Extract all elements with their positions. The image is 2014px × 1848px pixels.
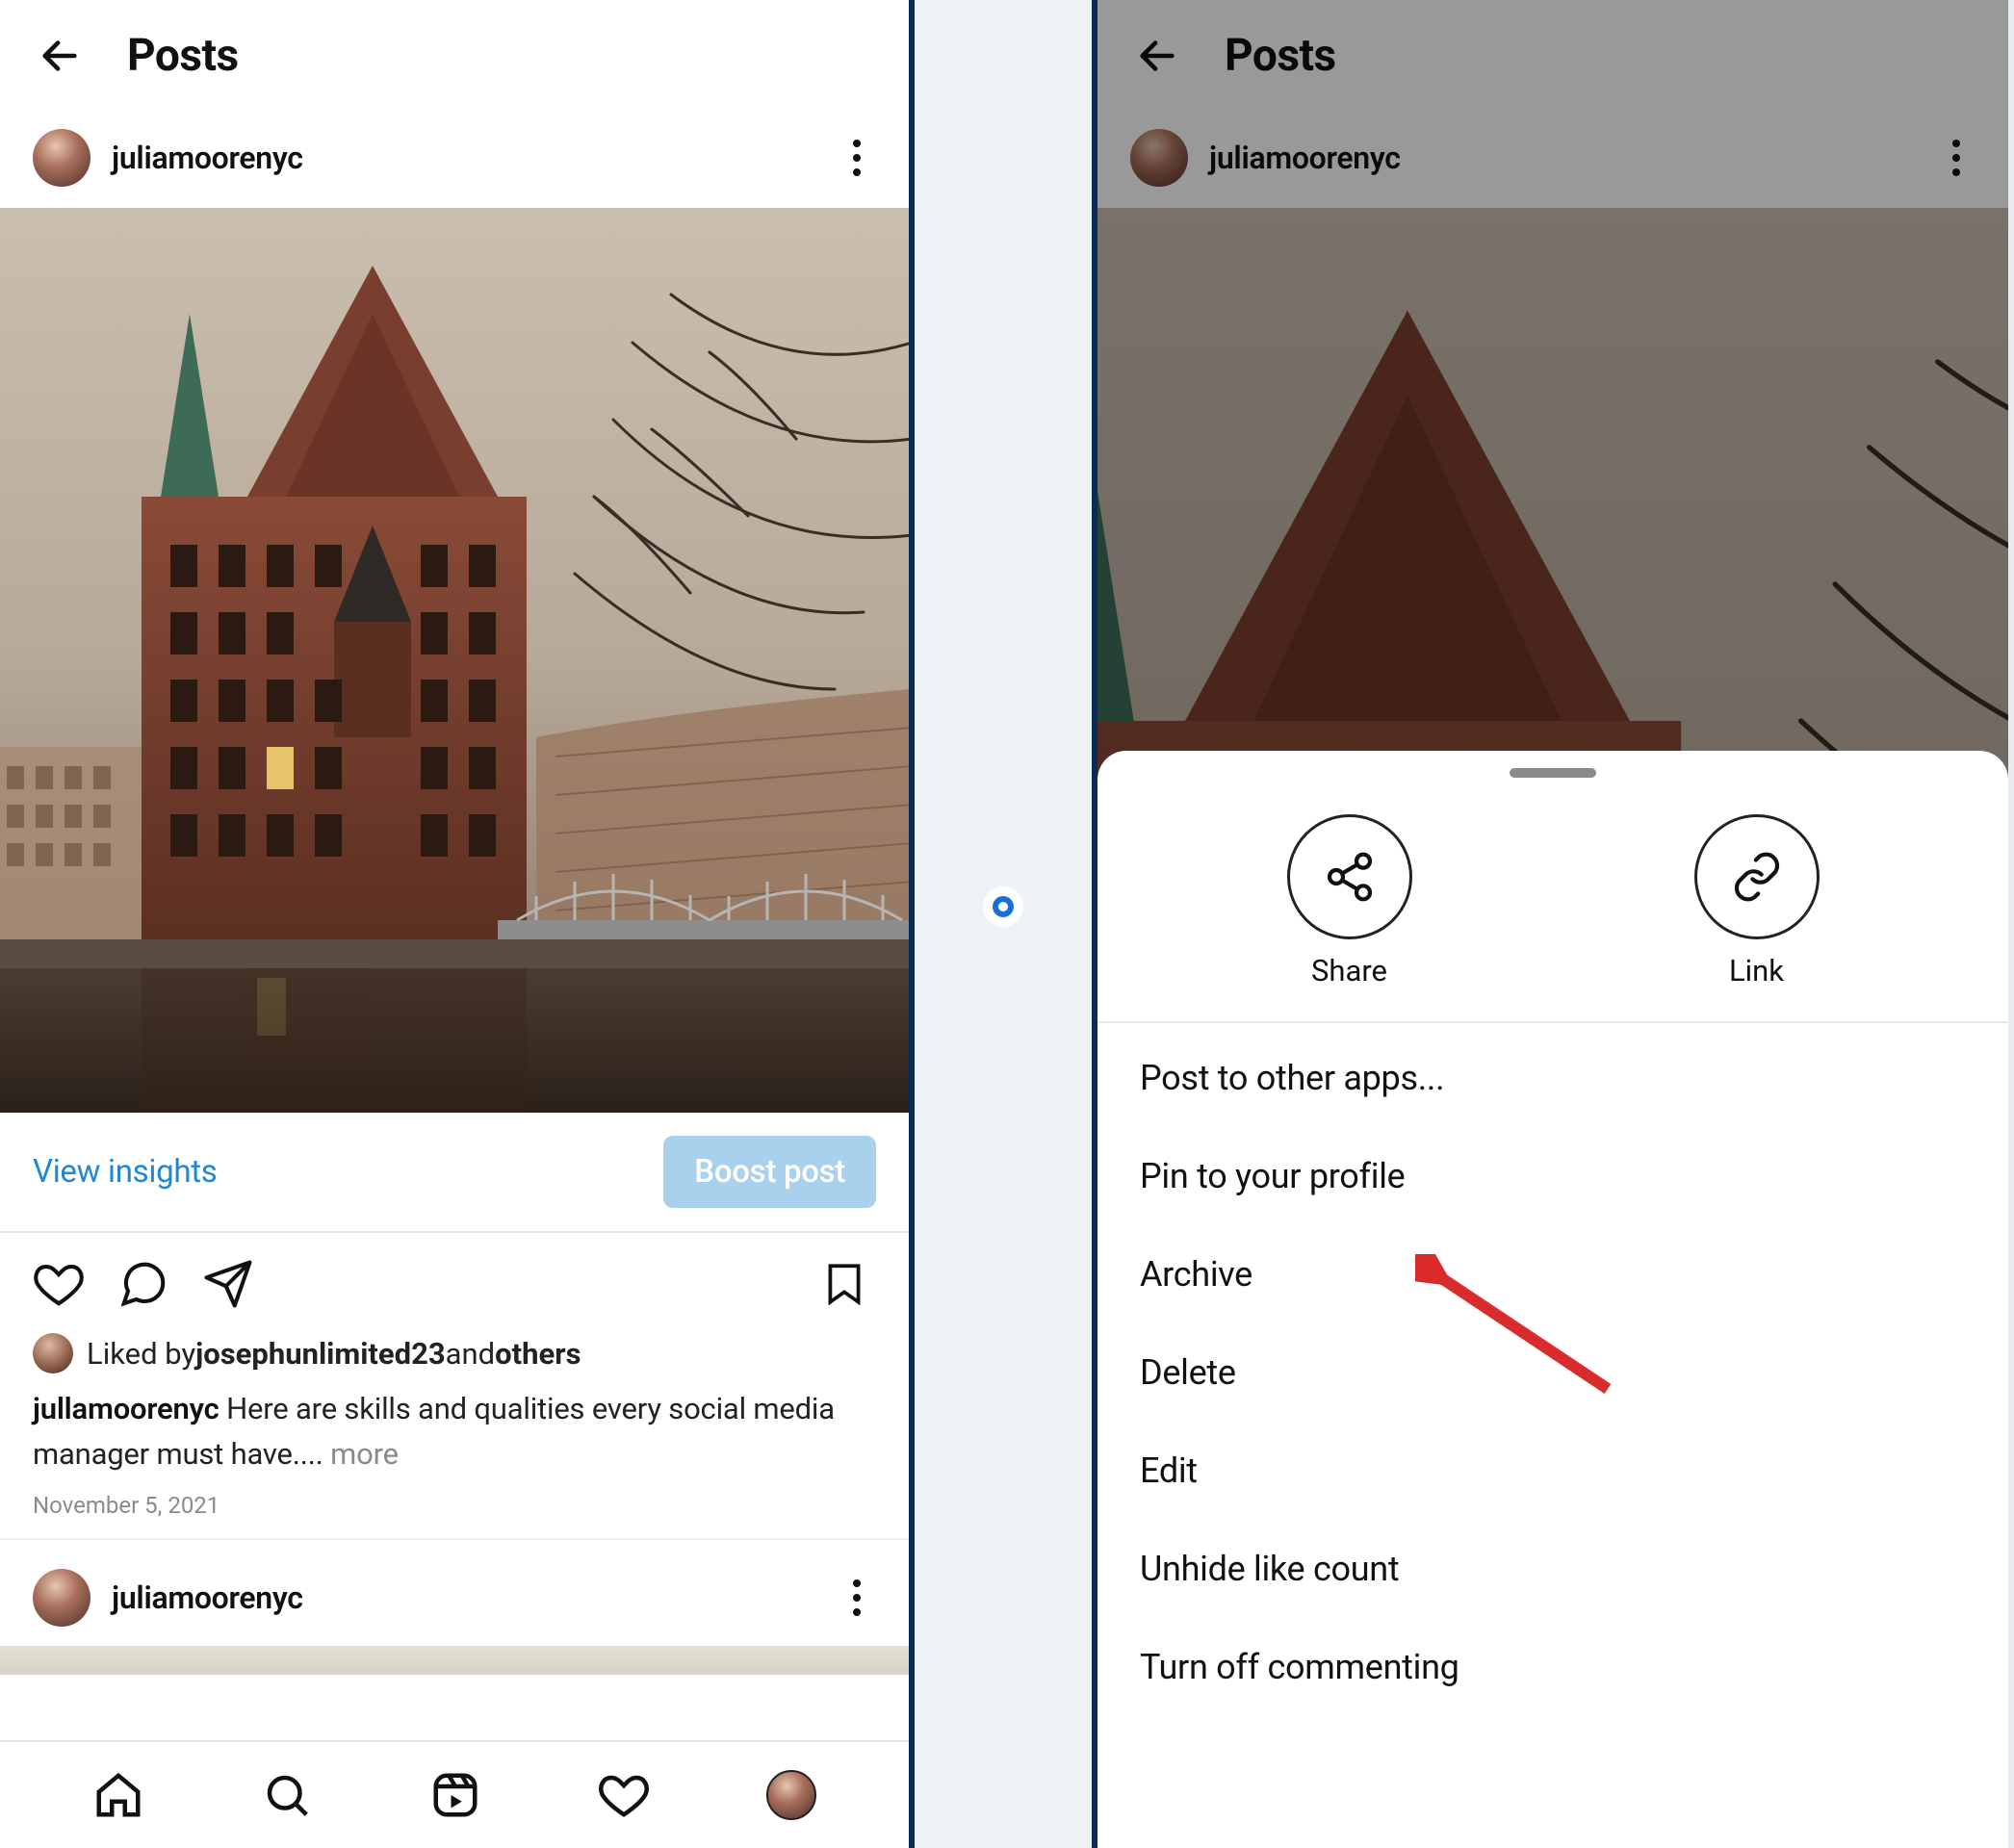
share-button[interactable] [202,1258,254,1310]
page-title: Posts [127,30,239,82]
username-label[interactable]: juliamoorenyc [112,1579,303,1616]
next-post-image-sliver [0,1646,909,1675]
liked-others: others [495,1336,581,1372]
arrow-left-icon [38,34,82,78]
liker-avatar [33,1333,73,1373]
liked-by-row[interactable]: Liked by josephunlimited23 and others [0,1329,909,1383]
link-label: Link [1729,953,1784,988]
liked-prefix: Liked by [87,1336,195,1372]
link-icon [1730,850,1784,904]
bottom-nav [0,1740,909,1848]
username-label[interactable]: juliamoorenyc [1209,140,1401,176]
avatar[interactable] [33,129,90,187]
dots-vertical-icon [1951,139,1961,177]
post-date: November 5, 2021 [0,1486,909,1538]
caption-more: more [330,1436,399,1472]
more-options-button[interactable] [838,139,876,177]
liked-name: josephunlimited23 [195,1336,446,1372]
home-icon [92,1769,144,1821]
divider-handle[interactable] [983,886,1023,927]
nav-profile[interactable] [766,1770,816,1820]
arrow-left-icon [1135,34,1179,78]
phone-right: Posts juliamoorenyc [1097,0,2008,1848]
post-header: juliamoorenyc [1097,112,2008,208]
reels-icon [429,1769,481,1821]
paper-plane-icon [202,1258,254,1310]
post-header: juliamoorenyc [0,112,909,208]
comment-button[interactable] [117,1258,169,1310]
caption-username: jullamoorenyc [33,1391,219,1426]
more-options-button[interactable] [838,1578,876,1617]
sheet-grabber[interactable] [1510,768,1596,778]
nav-home[interactable] [92,1769,144,1821]
menu-pin-to-profile[interactable]: Pin to your profile [1097,1127,2008,1225]
options-bottom-sheet: Share Link Post to other apps... Pin to … [1097,751,2008,1848]
avatar[interactable] [33,1569,90,1627]
menu-turn-off-commenting[interactable]: Turn off commenting [1097,1618,2008,1716]
header: Posts [1097,0,2008,112]
circle-icon [993,896,1014,917]
nav-activity[interactable] [598,1769,650,1821]
menu-delete[interactable]: Delete [1097,1323,2008,1422]
post-image[interactable] [0,208,909,1113]
menu-edit[interactable]: Edit [1097,1422,2008,1520]
sheet-top-actions: Share Link [1097,807,2008,1023]
nav-search[interactable] [261,1769,313,1821]
comment-icon [117,1258,169,1310]
divider-gap [915,0,1097,1848]
heart-icon [598,1769,650,1821]
username-label[interactable]: juliamoorenyc [112,140,303,176]
menu-list: Post to other apps... Pin to your profil… [1097,1023,2008,1722]
dots-vertical-icon [852,139,862,177]
bookmark-button[interactable] [820,1258,868,1310]
phone-left: Posts juliamoorenyc [0,0,915,1848]
header: Posts [0,0,909,112]
dots-vertical-icon [852,1578,862,1617]
avatar[interactable] [1130,129,1188,187]
nav-reels[interactable] [429,1769,481,1821]
share-nodes-icon [1323,850,1377,904]
view-insights-link[interactable]: View insights [33,1153,217,1191]
back-button[interactable] [1130,29,1184,83]
link-action[interactable]: Link [1694,814,1820,988]
post-actions [0,1233,909,1329]
menu-post-to-other-apps[interactable]: Post to other apps... [1097,1029,2008,1127]
link-circle [1694,814,1820,939]
bookmark-icon [820,1258,868,1310]
post-caption[interactable]: jullamoorenyc Here are skills and qualit… [0,1383,909,1486]
menu-unhide-like-count[interactable]: Unhide like count [1097,1520,2008,1618]
search-icon [261,1769,313,1821]
insights-row: View insights Boost post [0,1113,909,1233]
boost-post-button[interactable]: Boost post [663,1136,876,1208]
back-button[interactable] [33,29,87,83]
page-title: Posts [1225,30,1336,82]
share-circle [1287,814,1412,939]
more-options-button[interactable] [1937,139,1975,177]
liked-suffix: and [446,1336,495,1372]
share-action[interactable]: Share [1287,814,1412,988]
heart-icon [33,1258,85,1310]
avatar-icon [766,1770,816,1820]
like-button[interactable] [33,1258,85,1310]
next-post-header: juliamoorenyc [0,1538,909,1646]
share-label: Share [1311,953,1387,988]
menu-archive[interactable]: Archive [1097,1225,2008,1323]
